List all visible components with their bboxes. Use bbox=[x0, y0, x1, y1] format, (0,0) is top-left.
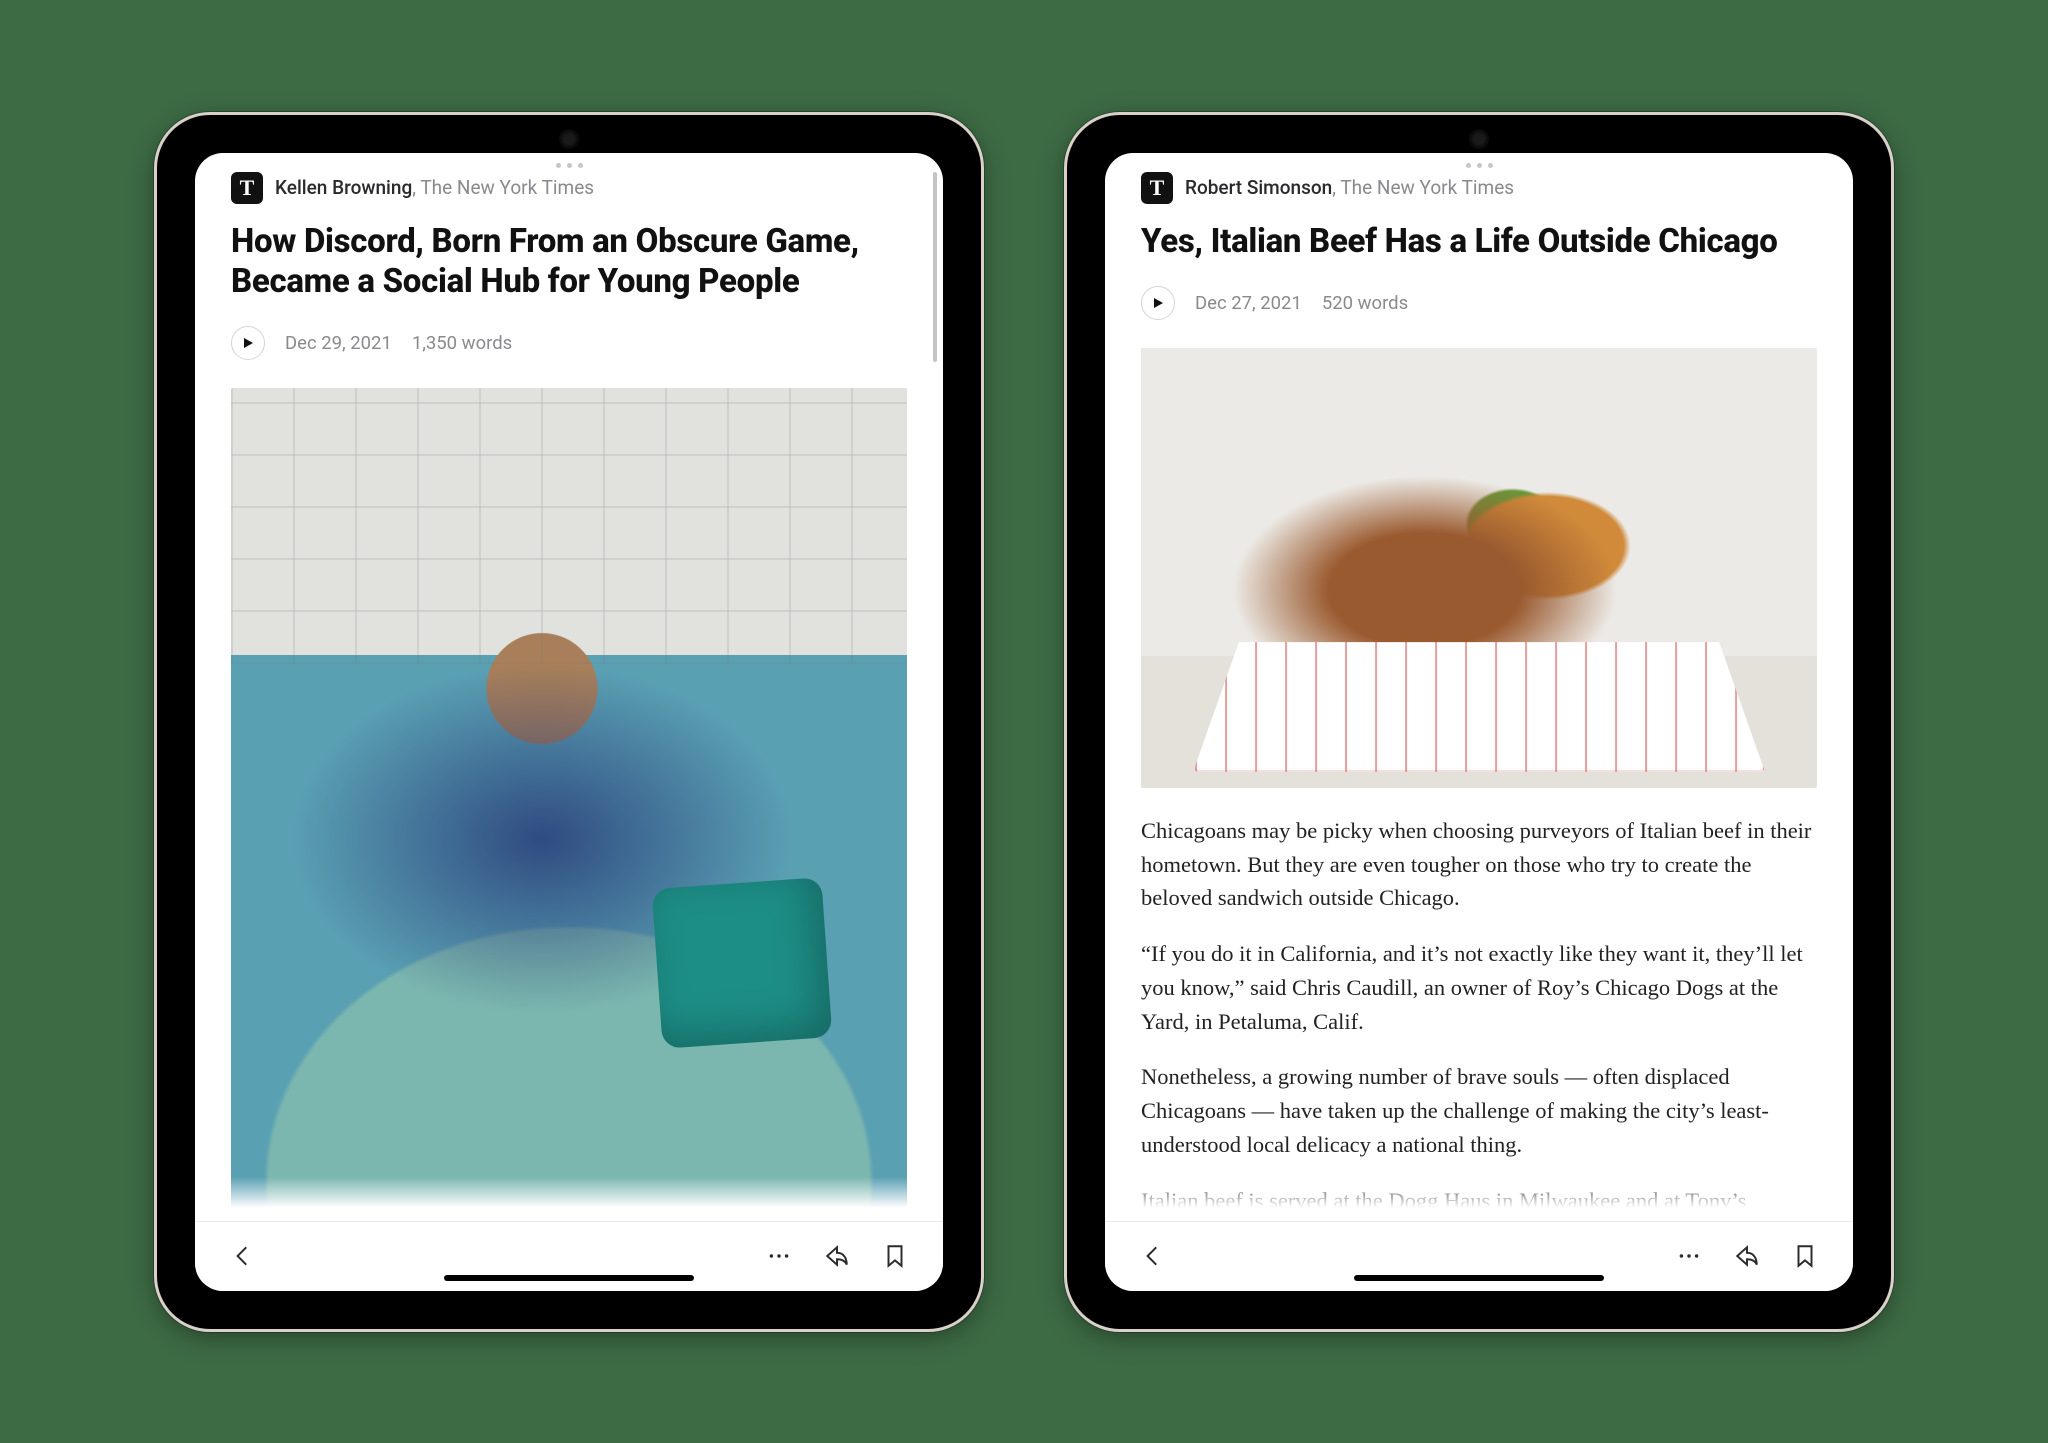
more-button[interactable] bbox=[1669, 1236, 1709, 1276]
publisher-icon: T bbox=[231, 172, 263, 204]
author: Robert Simonson bbox=[1185, 176, 1332, 199]
bookmark-icon bbox=[1792, 1243, 1818, 1269]
hero-image bbox=[231, 388, 907, 1221]
paragraph: Italian beef is served at the Dogg Haus … bbox=[1141, 1184, 1817, 1221]
article-scroll[interactable]: T Kellen Browning, The New York Times Ho… bbox=[195, 172, 943, 1221]
article-meta: Dec 29, 2021 1,350 words bbox=[231, 326, 907, 360]
play-icon bbox=[1152, 297, 1164, 309]
share-button[interactable] bbox=[1727, 1236, 1767, 1276]
play-button[interactable] bbox=[231, 326, 265, 360]
word-count: 520 words bbox=[1322, 292, 1408, 314]
hero-image-detail bbox=[652, 877, 833, 1048]
paragraph: “If you do it in California, and it’s no… bbox=[1141, 937, 1817, 1038]
play-button[interactable] bbox=[1141, 286, 1175, 320]
bookmark-button[interactable] bbox=[1785, 1236, 1825, 1276]
camera bbox=[1471, 131, 1487, 147]
article-title: Yes, Italian Beef Has a Life Outside Chi… bbox=[1141, 222, 1817, 262]
ipad-left: T Kellen Browning, The New York Times Ho… bbox=[154, 112, 984, 1332]
chevron-left-icon bbox=[230, 1243, 256, 1269]
article-title: How Discord, Born From an Obscure Game, … bbox=[231, 222, 907, 303]
back-button[interactable] bbox=[1133, 1236, 1173, 1276]
screen: T Robert Simonson, The New York Times Ye… bbox=[1105, 153, 1853, 1291]
more-dots[interactable] bbox=[195, 153, 943, 172]
paragraph-text: Italian beef is served at the Dogg Haus … bbox=[1141, 1188, 1685, 1213]
share-icon bbox=[824, 1243, 850, 1269]
scrollbar[interactable] bbox=[933, 172, 937, 362]
ipad-right: T Robert Simonson, The New York Times Ye… bbox=[1064, 112, 1894, 1332]
bookmark-icon bbox=[882, 1243, 908, 1269]
camera bbox=[561, 131, 577, 147]
more-button[interactable] bbox=[759, 1236, 799, 1276]
byline-text: Kellen Browning, The New York Times bbox=[275, 176, 594, 199]
author: Kellen Browning bbox=[275, 176, 412, 199]
share-icon bbox=[1734, 1243, 1760, 1269]
article-meta: Dec 27, 2021 520 words bbox=[1141, 286, 1817, 320]
article-body: Chicagoans may be picky when choosing pu… bbox=[1141, 814, 1817, 1221]
home-indicator[interactable] bbox=[1354, 1275, 1604, 1281]
word-count: 1,350 words bbox=[412, 332, 512, 354]
play-icon bbox=[242, 337, 254, 349]
back-button[interactable] bbox=[223, 1236, 263, 1276]
article-scroll[interactable]: T Robert Simonson, The New York Times Ye… bbox=[1105, 172, 1853, 1221]
chevron-left-icon bbox=[1140, 1243, 1166, 1269]
publisher-icon: T bbox=[1141, 172, 1173, 204]
hero-image bbox=[1141, 348, 1817, 788]
article-date: Dec 29, 2021 bbox=[285, 332, 392, 354]
paragraph: Nonetheless, a growing number of brave s… bbox=[1141, 1060, 1817, 1161]
ellipsis-icon bbox=[766, 1243, 792, 1269]
byline-text: Robert Simonson, The New York Times bbox=[1185, 176, 1514, 199]
ellipsis-icon bbox=[1676, 1243, 1702, 1269]
byline: T Robert Simonson, The New York Times bbox=[1141, 172, 1817, 204]
more-dots[interactable] bbox=[1105, 153, 1853, 172]
home-indicator[interactable] bbox=[444, 1275, 694, 1281]
bookmark-button[interactable] bbox=[875, 1236, 915, 1276]
paragraph: Chicagoans may be picky when choosing pu… bbox=[1141, 814, 1817, 915]
source: The New York Times bbox=[1340, 176, 1514, 199]
byline: T Kellen Browning, The New York Times bbox=[231, 172, 907, 204]
source: The New York Times bbox=[420, 176, 594, 199]
share-button[interactable] bbox=[817, 1236, 857, 1276]
screen: T Kellen Browning, The New York Times Ho… bbox=[195, 153, 943, 1291]
article-date: Dec 27, 2021 bbox=[1195, 292, 1302, 314]
